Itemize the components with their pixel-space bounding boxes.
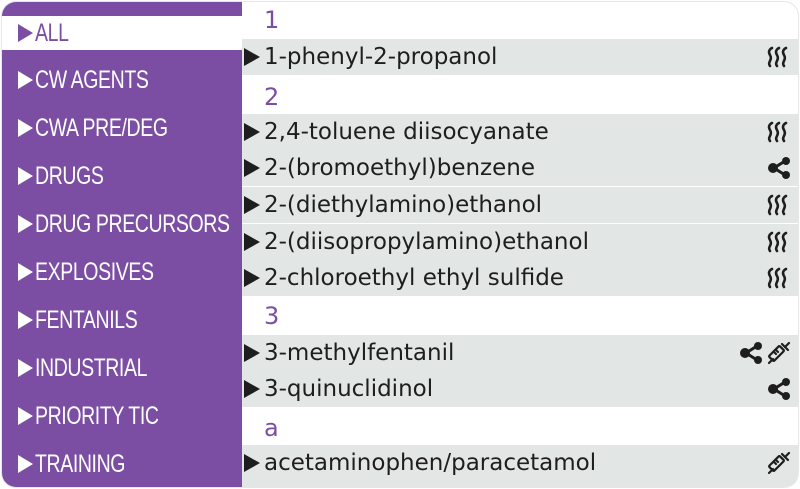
sidebar-item-priority-tic[interactable]: PRIORITY TIC bbox=[2, 399, 242, 433]
list-item-name: 2-(diisopropylamino)ethanol bbox=[264, 229, 589, 255]
list-item[interactable]: 1-phenyl-2-propanol bbox=[242, 39, 798, 75]
sidebar-item-label: INDUSTRIAL bbox=[35, 353, 148, 382]
section-header: a bbox=[264, 414, 279, 442]
heat-wave-icon bbox=[766, 119, 792, 145]
heat-wave-icon bbox=[766, 265, 792, 291]
play-triangle-icon bbox=[18, 215, 33, 233]
play-triangle-icon bbox=[18, 263, 33, 281]
sidebar-item-label: PRIORITY TIC bbox=[35, 401, 159, 430]
syringe-icon bbox=[766, 340, 792, 366]
section-header: 2 bbox=[264, 83, 280, 111]
heat-wave-icon bbox=[766, 229, 792, 255]
list-item-name: acetaminophen/paracetamol bbox=[264, 450, 597, 476]
list-item-name: 3-methylfentanil bbox=[264, 340, 455, 366]
sidebar-item-drug-precursors[interactable]: DRUG PRECURSORS bbox=[2, 207, 242, 241]
play-triangle-icon bbox=[244, 269, 260, 287]
list-item[interactable]: 2-chloroethyl ethyl sulfide bbox=[242, 260, 798, 296]
syringe-icon bbox=[766, 450, 792, 476]
sidebar-item-cw-agents[interactable]: CW AGENTS bbox=[2, 63, 242, 97]
list-item[interactable]: 2,4-toluene diisocyanate bbox=[242, 114, 798, 150]
sidebar-item-label: TRAINING bbox=[35, 449, 126, 478]
play-triangle-icon bbox=[18, 24, 33, 42]
sidebar-item-explosives[interactable]: EXPLOSIVES bbox=[2, 255, 242, 289]
play-triangle-icon bbox=[244, 233, 260, 251]
play-triangle-icon bbox=[244, 454, 260, 472]
sidebar-item-all[interactable]: ALL bbox=[2, 16, 242, 50]
sidebar-item-label: DRUGS bbox=[35, 161, 104, 190]
list-item-name: 2-(bromoethyl)benzene bbox=[264, 155, 536, 181]
list-item-name: 1-phenyl-2-propanol bbox=[264, 44, 498, 70]
sidebar-item-label: EXPLOSIVES bbox=[35, 257, 154, 286]
play-triangle-icon bbox=[244, 344, 260, 362]
list-item[interactable]: 3-methylfentanil bbox=[242, 335, 798, 371]
play-triangle-icon bbox=[18, 311, 33, 329]
heat-wave-icon bbox=[766, 192, 792, 218]
list-item[interactable]: 2-(diisopropylamino)ethanol bbox=[242, 224, 798, 260]
play-triangle-icon bbox=[18, 455, 33, 473]
play-triangle-icon bbox=[244, 123, 260, 141]
list-item[interactable]: 2-(bromoethyl)benzene bbox=[242, 150, 798, 186]
molecule-icon bbox=[766, 155, 792, 181]
sidebar-item-cwa-pre-deg[interactable]: CWA PRE/DEG bbox=[2, 111, 242, 145]
play-triangle-icon bbox=[244, 159, 260, 177]
sidebar-item-fentanils[interactable]: FENTANILS bbox=[2, 303, 242, 337]
sidebar-item-label: FENTANILS bbox=[35, 305, 138, 334]
category-sidebar: ALL CW AGENTS CWA PRE/DEG DRUGS DRUG PRE… bbox=[2, 2, 242, 487]
molecule-icon bbox=[738, 340, 764, 366]
heat-wave-icon bbox=[766, 44, 792, 70]
chemical-list: 1 1-phenyl-2-propanol 2 2,4-toluene diis… bbox=[242, 2, 798, 487]
sidebar-item-training[interactable]: TRAINING bbox=[2, 447, 242, 481]
sidebar-item-label: ALL bbox=[35, 18, 69, 47]
list-item-name: 2,4-toluene diisocyanate bbox=[264, 119, 549, 145]
list-item[interactable]: 3-quinuclidinol bbox=[242, 371, 798, 407]
sidebar-item-label: DRUG PRECURSORS bbox=[35, 209, 230, 238]
sidebar-item-industrial[interactable]: INDUSTRIAL bbox=[2, 351, 242, 385]
list-item-name: 2-(diethylamino)ethanol bbox=[264, 192, 543, 218]
play-triangle-icon bbox=[18, 407, 33, 425]
molecule-icon bbox=[766, 376, 792, 402]
play-triangle-icon bbox=[244, 380, 260, 398]
play-triangle-icon bbox=[18, 71, 33, 89]
list-item[interactable]: acetaminophen/paracetamol bbox=[242, 445, 798, 481]
play-triangle-icon bbox=[18, 167, 33, 185]
list-item[interactable]: 2-(diethylamino)ethanol bbox=[242, 187, 798, 223]
play-triangle-icon bbox=[244, 196, 260, 214]
list-item-name: 2-chloroethyl ethyl sulfide bbox=[264, 265, 564, 291]
list-item-partial bbox=[242, 480, 798, 487]
section-header: 3 bbox=[264, 302, 280, 330]
app-window: ALL CW AGENTS CWA PRE/DEG DRUGS DRUG PRE… bbox=[2, 2, 798, 487]
sidebar-item-label: CW AGENTS bbox=[35, 65, 149, 94]
sidebar-item-label: CWA PRE/DEG bbox=[35, 113, 168, 142]
play-triangle-icon bbox=[244, 48, 260, 66]
play-triangle-icon bbox=[18, 359, 33, 377]
list-item-name: 3-quinuclidinol bbox=[264, 376, 434, 402]
play-triangle-icon bbox=[18, 119, 33, 137]
section-header: 1 bbox=[264, 6, 280, 34]
sidebar-item-drugs[interactable]: DRUGS bbox=[2, 159, 242, 193]
